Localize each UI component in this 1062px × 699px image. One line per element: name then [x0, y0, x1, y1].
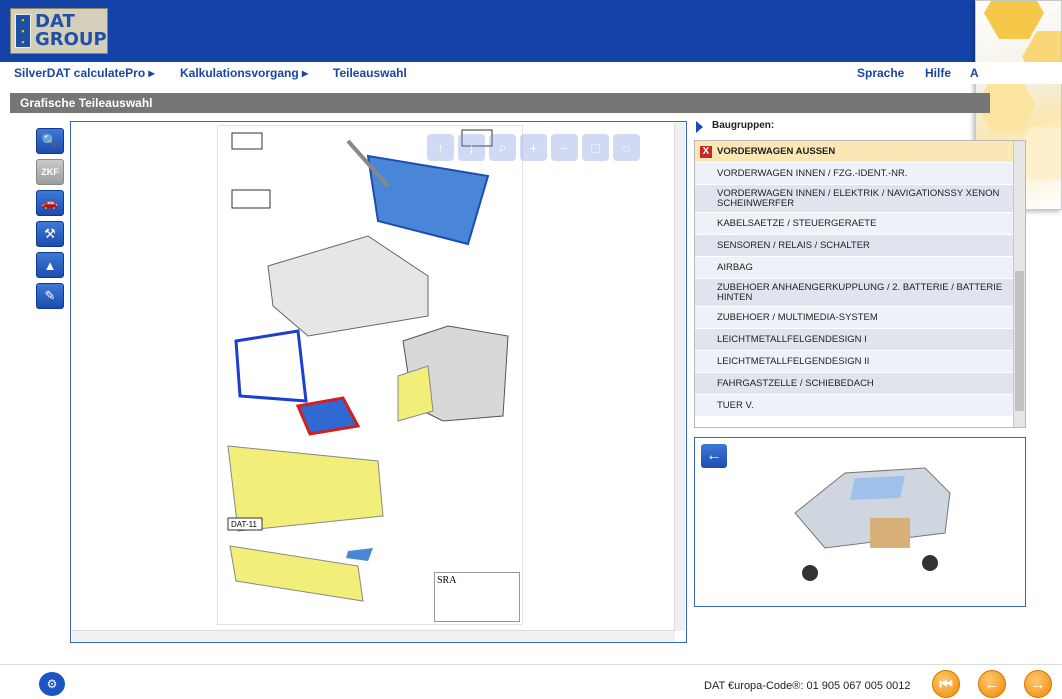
- parts-illustration: DAT-11: [227, 129, 509, 602]
- group-item-vorderwagen-aussen[interactable]: X VORDERWAGEN AUSSEN: [695, 141, 1013, 163]
- assembly-groups-panel: Baugruppen: X VORDERWAGEN AUSSEN VORDERWA…: [694, 116, 1026, 428]
- first-page-icon[interactable]: ⏮: [932, 670, 960, 698]
- left-toolbar: 🔍 ZKF 🚗 ⚒ ▲ ✎: [36, 128, 66, 314]
- previous-icon[interactable]: ←: [978, 670, 1006, 698]
- list-scrollbar[interactable]: [1013, 141, 1025, 427]
- breadcrumb-teileauswahl[interactable]: Teileauswahl: [333, 66, 407, 80]
- sra-label: SRA: [437, 575, 457, 586]
- hammer-icon[interactable]: ⚒: [36, 221, 64, 247]
- group-item-label: VORDERWAGEN INNEN / FZG.-IDENT.-NR.: [717, 167, 908, 179]
- group-item-label: KABELSAETZE / STEUERGERAETE: [717, 217, 877, 229]
- wheel-image: [922, 555, 938, 571]
- search-icon[interactable]: ○: [613, 134, 640, 161]
- zkf-icon[interactable]: ZKF: [36, 159, 64, 185]
- section-title: Grafische Teileauswahl: [10, 93, 990, 113]
- zoom-in-icon[interactable]: +: [520, 134, 547, 161]
- wheel-arch-liner-part[interactable]: [397, 365, 434, 422]
- horizontal-scrollbar[interactable]: [72, 630, 675, 641]
- list-item[interactable]: ZUBEHOER / MULTIMEDIA-SYSTEM: [695, 307, 1013, 329]
- next-icon[interactable]: →: [1024, 670, 1052, 698]
- logo-line2: GROUP: [35, 29, 107, 50]
- vehicle-preview-panel: ←: [694, 437, 1026, 607]
- group-item-label: AIRBAG: [717, 261, 753, 273]
- plate-label: DAT-11: [231, 520, 257, 529]
- group-item-label: VORDERWAGEN AUSSEN: [717, 145, 836, 157]
- logo-mark-icon: ▪ ▪ ▪: [15, 14, 31, 48]
- dimension-pictogram-icon[interactable]: [231, 189, 271, 209]
- list-item[interactable]: SENSOREN / RELAIS / SCHALTER: [695, 235, 1013, 257]
- car-window-image: [850, 476, 905, 500]
- list-item[interactable]: VORDERWAGEN INNEN / ELEKTRIK / NAVIGATIO…: [695, 185, 1013, 213]
- list-item[interactable]: LEICHTMETALLFELGENDESIGN II: [695, 351, 1013, 373]
- list-item[interactable]: ZUBEHOER ANHAENGERKUPPLUNG / 2. BATTERIE…: [695, 279, 1013, 307]
- magnifier-icon[interactable]: 🔍: [36, 128, 64, 154]
- windshield-part[interactable]: [366, 154, 490, 246]
- breadcrumb-kalkulationsvorgang[interactable]: Kalkulationsvorgang ▸: [180, 66, 308, 80]
- group-item-label: VORDERWAGEN INNEN / ELEKTRIK / NAVIGATIO…: [717, 187, 1000, 209]
- landscape-icon[interactable]: ▲: [36, 252, 64, 278]
- assembly-groups-list: X VORDERWAGEN AUSSEN VORDERWAGEN INNEN / …: [694, 140, 1026, 428]
- car-repair-icon[interactable]: ⚙: [39, 672, 65, 696]
- camera-icon[interactable]: [231, 132, 263, 150]
- group-item-label: LEICHTMETALLFELGENDESIGN I: [717, 333, 867, 345]
- group-item-label: TUER V.: [717, 399, 754, 411]
- zoom-out-icon[interactable]: −: [551, 134, 578, 161]
- list-scroll-thumb[interactable]: [1015, 271, 1024, 411]
- fog-light-part[interactable]: [346, 548, 373, 561]
- zkf-label: ZKF: [41, 167, 59, 177]
- app-header: ▪ ▪ ▪ DAT GROUP: [0, 0, 1062, 62]
- spoiler-part[interactable]: [229, 545, 364, 602]
- seat-image: [870, 518, 910, 548]
- groups-header: Baugruppen:: [694, 116, 1026, 138]
- footer-divider: [0, 664, 1062, 665]
- repair-icon[interactable]: ✎: [36, 283, 64, 309]
- parts-graphic-viewer[interactable]: DAT-11 SRA ↑ ↓ ⌕ + − □ ○: [70, 121, 687, 643]
- breadcrumb-calculatepro[interactable]: SilverDAT calculatePro ▸: [14, 66, 155, 80]
- sprache-link[interactable]: Sprache: [857, 66, 904, 80]
- dat-group-logo[interactable]: ▪ ▪ ▪ DAT GROUP: [10, 8, 108, 54]
- group-item-label: FAHRGASTZELLE / SCHIEBEDACH: [717, 377, 874, 389]
- close-icon[interactable]: X: [700, 145, 712, 158]
- list-item[interactable]: AIRBAG: [695, 257, 1013, 279]
- sra-box[interactable]: SRA: [434, 572, 520, 622]
- wheel-image: [802, 565, 818, 581]
- list-item[interactable]: LEICHTMETALLFELGENDESIGN I: [695, 329, 1013, 351]
- zoom-area-icon[interactable]: ⌕: [489, 134, 516, 161]
- vertical-scrollbar[interactable]: [674, 123, 685, 631]
- list-item[interactable]: KABELSAETZE / STEUERGERAETE: [695, 213, 1013, 235]
- list-item[interactable]: VORDERWAGEN INNEN / FZG.-IDENT.-NR.: [695, 163, 1013, 185]
- fit-page-icon[interactable]: □: [582, 134, 609, 161]
- europa-code: DAT €uropa-Code®: 01 905 067 005 0012: [704, 680, 911, 692]
- group-item-label: ZUBEHOER ANHAENGERKUPPLUNG / 2. BATTERIE…: [717, 281, 1003, 303]
- hilfe-link[interactable]: Hilfe: [925, 66, 951, 80]
- group-item-label: ZUBEHOER / MULTIMEDIA-SYSTEM: [717, 311, 878, 323]
- headlight-part[interactable]: [295, 396, 361, 436]
- group-item-label: SENSOREN / RELAIS / SCHALTER: [717, 239, 870, 251]
- group-item-label: LEICHTMETALLFELGENDESIGN II: [717, 355, 870, 367]
- hood-part[interactable]: [267, 235, 429, 337]
- list-item[interactable]: FAHRGASTZELLE / SCHIEBEDACH: [695, 373, 1013, 395]
- list-item[interactable]: TUER V.: [695, 395, 1013, 417]
- exploded-parts-drawing[interactable]: DAT-11 SRA: [217, 125, 523, 625]
- nav-link-a[interactable]: A: [970, 66, 979, 80]
- back-arrow-icon[interactable]: ←: [701, 444, 727, 468]
- car-side-icon[interactable]: 🚗: [36, 190, 64, 216]
- breadcrumb-bar: SilverDAT calculatePro ▸ Kalkulationsvor…: [0, 62, 1062, 84]
- grille-part[interactable]: [234, 329, 308, 403]
- pan-down-icon[interactable]: ↓: [458, 134, 485, 161]
- vehicle-overview-image[interactable]: [695, 438, 1025, 606]
- hexagon-decoration: [984, 1, 1044, 39]
- zoom-toolbar: ↑ ↓ ⌕ + − □ ○: [427, 134, 640, 161]
- pan-up-icon[interactable]: ↑: [427, 134, 454, 161]
